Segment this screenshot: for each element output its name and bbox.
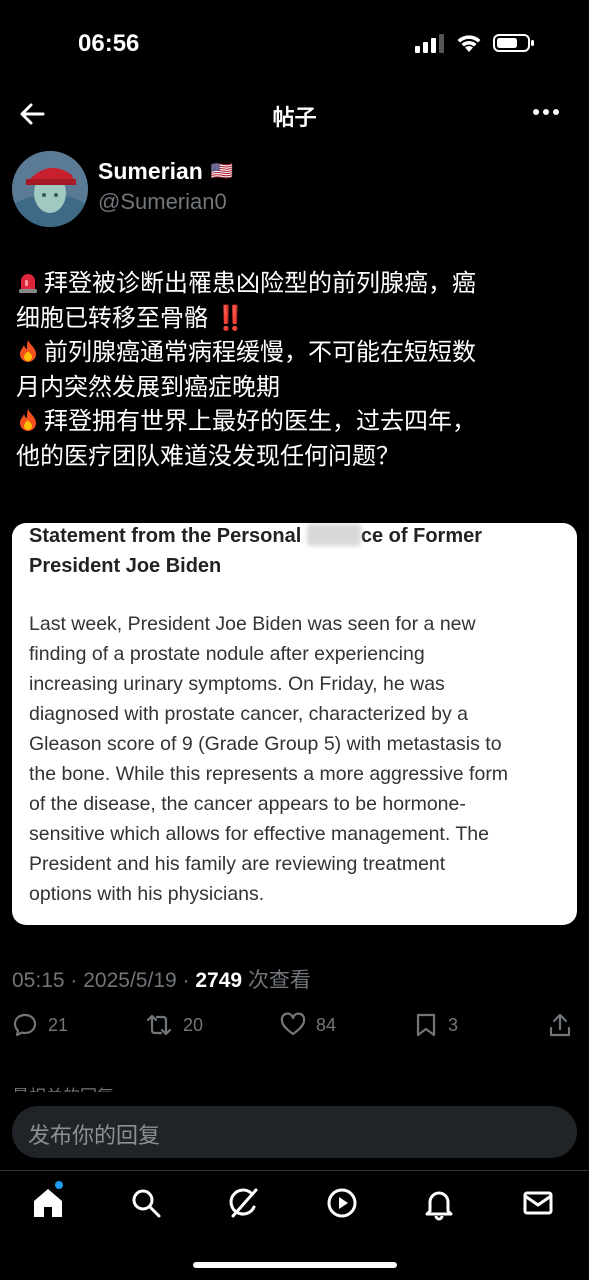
statement-body: Last week, President Joe Biden was seen … [29,609,574,909]
rotating-light-icon [19,274,37,293]
views-label: 次查看 [247,968,311,992]
page-title: 帖子 [272,106,317,131]
reply-input[interactable]: 发布你的回复 [12,1106,577,1158]
attached-image[interactable]: Statement from the Personal ce of Former… [12,523,577,925]
reply-icon [13,1013,37,1037]
statement-line: Last week, President Joe Biden was seen … [29,613,476,635]
repost-count: 20 [183,1014,204,1035]
post-line: 他的医疗团队难道没发现任何问题？ [16,441,400,470]
wifi-icon [457,35,481,52]
home-indicator [193,1262,397,1268]
post-line: 细胞已转移至骨骼 ‼️ [16,303,246,332]
bookmark-icon [416,1013,436,1037]
post-time: 05:15 [12,969,65,992]
post-body: 拜登被诊断出罹患凶险型的前列腺癌，癌 细胞已转移至骨骼 ‼️ 前列腺癌通常病程缓… [16,266,576,473]
top-nav: 帖子 [0,88,589,140]
statement-line: finding of a prostate nodule after exper… [29,643,425,665]
repost-icon [146,1014,172,1036]
share-button[interactable] [547,1012,573,1038]
like-count: 84 [316,1014,337,1035]
home-icon[interactable] [30,1185,66,1221]
blurred-text [306,524,361,546]
post-line: 拜登拥有世界上最好的医生，过去四年， [16,404,576,439]
post-line: 前列腺癌通常病程缓慢，不可能在短短数 [16,335,576,370]
fire-icon [20,409,36,431]
fire-icon [20,340,36,362]
share-icon [549,1013,571,1037]
statement-line: of the disease, the cancer appears to be… [29,793,466,815]
avatar-image [12,151,88,227]
status-bar: 06:56 [0,0,589,88]
messages-mail-icon[interactable] [520,1185,556,1221]
battery-icon [493,34,534,52]
cellular-signal-icon [415,34,444,53]
statement-line: increasing urinary symptoms. On Friday, … [29,673,445,695]
post-date: 2025/5/19 [83,969,177,992]
statement-line: the bone. While this represents a more a… [29,763,509,785]
statement-line: options with his physicians. [29,883,265,905]
post-meta: 05:15 · 2025/5/19 · 2749 次查看 [12,968,311,992]
search-icon[interactable] [128,1185,164,1221]
action-bar: 21 20 84 3 [0,1012,589,1052]
flag-icon: 🇺🇸 [210,161,234,181]
statement-line: Gleason score of 9 (Grade Group 5) with … [29,733,502,755]
views-count[interactable]: 2749 [195,969,242,992]
like-button[interactable]: 84 [280,1012,336,1038]
repost-button[interactable]: 20 [145,1012,203,1038]
heart-icon [280,1012,306,1036]
notifications-bell-icon[interactable] [421,1185,457,1221]
author-display-name: Sumerian [98,158,203,184]
status-time: 06:56 [78,30,140,57]
statement-line: sensitive which allows for effective man… [29,823,489,845]
status-icons [415,33,535,53]
reply-button[interactable]: 21 [12,1012,68,1038]
author-name[interactable]: Sumerian 🇺🇸 [98,158,233,185]
bookmark-count: 3 [448,1014,459,1035]
avatar[interactable] [12,151,88,227]
more-options-icon[interactable] [531,100,561,124]
author-handle[interactable]: @Sumerian0 [98,189,227,215]
bookmark-button[interactable]: 3 [414,1012,458,1038]
statement-line: President and his family are reviewing t… [29,853,446,875]
statement-title: Statement from the Personal ce of Former… [29,524,483,577]
new-content-dot [55,1181,63,1189]
grok-icon[interactable] [226,1185,262,1221]
video-play-icon[interactable] [324,1185,360,1221]
reply-count: 21 [48,1014,69,1035]
reply-bar: 发布你的回复 [0,1092,589,1170]
post-line: 拜登被诊断出罹患凶险型的前列腺癌，癌 [16,266,576,301]
post-line: 月内突然发展到癌症晚期 [16,372,280,401]
statement-line: diagnosed with prostate cancer, characte… [29,703,469,725]
